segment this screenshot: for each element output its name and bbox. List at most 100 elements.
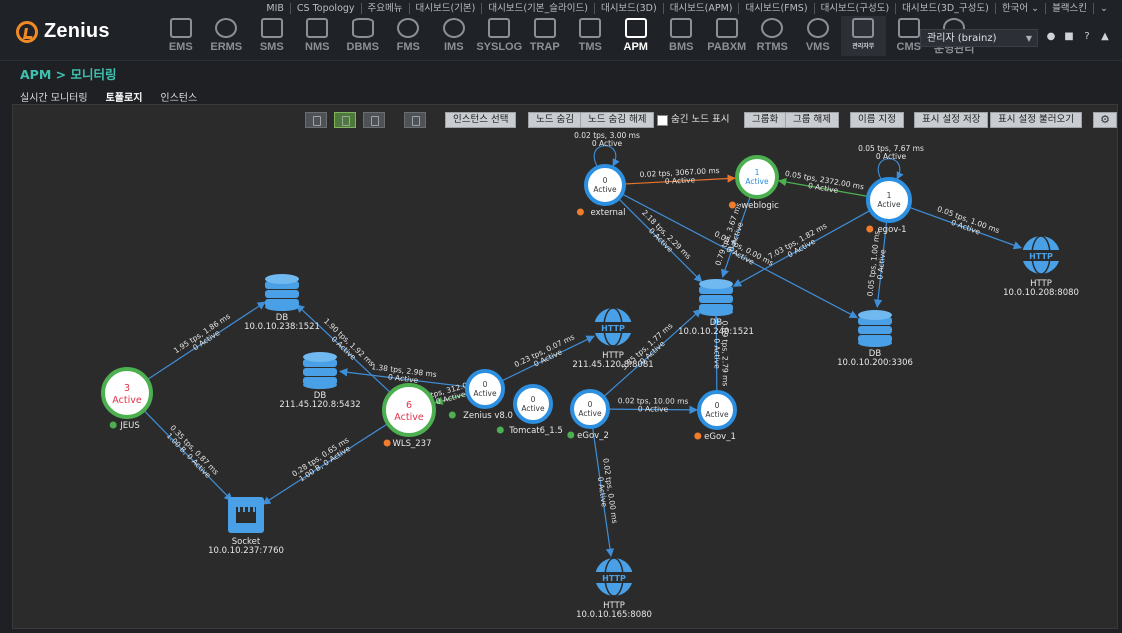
node-egov_1[interactable]: 0Active eGov_1 (694, 390, 737, 442)
instance-name: external (591, 208, 626, 218)
module-dbms[interactable]: DBMS (340, 16, 386, 56)
server-icon (260, 18, 283, 38)
module-trap[interactable]: TRAP (522, 16, 568, 56)
cloud-icon (806, 18, 829, 38)
top-link-dashboard-slide[interactable]: 대시보드(기본_슬라이드) (482, 3, 595, 14)
chart-icon (579, 18, 602, 38)
edge-label-metrics: 0.35 tps, 0.87 ms (168, 423, 220, 476)
database-icon-top (699, 279, 733, 289)
module-ims[interactable]: IMS (431, 16, 477, 56)
instance-count: 3 (124, 383, 130, 394)
module-pabxm[interactable]: PABXM (704, 16, 750, 56)
database-icon-bottom (265, 303, 299, 311)
topology-graph[interactable]: 0.02 tps, 3067.00 ms0 Active 0.05 tps, 23… (13, 105, 1117, 628)
node-db5432[interactable]: DB211.45.120.8:5432 (279, 352, 361, 410)
apm-window-icon (624, 18, 647, 38)
node-external[interactable]: 0Active external (576, 164, 626, 218)
topology-panel: 인스턴스 선택 노드 숨김 노드 숨김 해제 숨긴 노드 표시 그룹화 그룹 해… (12, 104, 1118, 629)
lock-icon[interactable]: ■ (1064, 32, 1074, 42)
user-select[interactable]: 관리자 (brainz) ▼ (920, 29, 1038, 47)
skin-select[interactable]: 블랙스킨 (1046, 3, 1095, 14)
fan-icon (397, 18, 420, 38)
top-links-collapse[interactable]: ⌄ (1094, 3, 1114, 14)
db-address: 10.0.10.238:1521 (244, 322, 320, 332)
top-links: MIB CS Topology 주요메뉴 대시보드(기본) 대시보드(기본_슬라… (260, 3, 1114, 14)
instance-name: Tomcat6_1.5 (508, 426, 563, 436)
instance-name: eGov_2 (577, 431, 609, 441)
user-label: 관리자 (brainz) (927, 33, 997, 44)
module-rtms[interactable]: RTMS (750, 16, 796, 56)
http-badge-text: HTTP (601, 324, 625, 333)
switch-icon (306, 18, 329, 38)
node-socket[interactable]: Socket10.0.10.237:7760 (208, 497, 284, 556)
http-badge-text: HTTP (1029, 252, 1053, 261)
edge-label-active: 0 Active (665, 175, 696, 186)
language-select[interactable]: 한국어 ⌄ (996, 3, 1047, 14)
edge-label-active: 0 Active (712, 338, 721, 369)
socket-pin (238, 507, 240, 512)
node-egov2[interactable]: 0Active eGov_2 (567, 389, 610, 441)
instance-name: egov-1 (877, 225, 906, 235)
edge-label: 0.23 tps, 0.07 ms0 Active (513, 332, 576, 369)
database-icon-bottom (303, 381, 337, 389)
edge-label: 0.02 tps, 0.00 ms0 Active (596, 458, 620, 524)
clock-icon (761, 18, 784, 38)
log-icon (488, 18, 511, 38)
socket-address: 10.0.10.237:7760 (208, 546, 284, 556)
database-icon (351, 18, 374, 38)
top-link-mib[interactable]: MIB (260, 3, 291, 14)
module-syslog[interactable]: SYSLOG (476, 16, 522, 56)
edge-label: 7.03 tps, 1.82 ms0 Active (767, 221, 829, 261)
tab-realtime-monitoring[interactable]: 실시간 모니터링 (20, 89, 88, 104)
instance-count: 0 (603, 176, 608, 185)
node-jeus[interactable]: 3Active JEUS (101, 367, 153, 431)
top-link-dashboard-fms[interactable]: 대시보드(FMS) (739, 3, 815, 14)
module-nms[interactable]: NMS (295, 16, 341, 56)
user-icon[interactable]: ● (1046, 32, 1056, 42)
node-http8081[interactable]: HTTPHTTP211.45.120.8:8081 (572, 307, 654, 370)
status-dot (109, 421, 117, 429)
top-link-dashboard-3d[interactable]: 대시보드(3D) (595, 3, 664, 14)
zenius-logo[interactable]: Zenius (16, 20, 110, 43)
status-dot (728, 201, 736, 209)
top-link-dashboard-config[interactable]: 대시보드(구성도) (815, 3, 897, 14)
http-address: 10.0.10.208:8080 (1003, 288, 1079, 298)
module-fms[interactable]: FMS (386, 16, 432, 56)
module-tms[interactable]: TMS (568, 16, 614, 56)
instance-count: 6 (406, 400, 412, 411)
module-erms[interactable]: ERMS (204, 16, 250, 56)
top-link-dashboard-apm[interactable]: 대시보드(APM) (664, 3, 740, 14)
status-dot (448, 411, 456, 419)
self-loop-edge[interactable] (593, 145, 620, 167)
module-sms[interactable]: SMS (249, 16, 295, 56)
database-icon-disk (699, 295, 733, 303)
module-ems[interactable]: EMS (158, 16, 204, 56)
top-link-dashboard-basic[interactable]: 대시보드(기본) (410, 3, 483, 14)
top-link-main-menu[interactable]: 주요메뉴 (362, 3, 410, 14)
top-link-dashboard-3d-config[interactable]: 대시보드(3D_구성도) (896, 3, 996, 14)
node-http165[interactable]: HTTPHTTP10.0.10.165:8080 (576, 557, 652, 620)
edge-label: 0.02 tps, 3067.00 ms0 Active (639, 166, 720, 186)
instance-active-label: Active (877, 200, 901, 209)
tab-topology[interactable]: 토폴로지 (106, 89, 143, 104)
instance-count: 1 (887, 191, 892, 200)
bell-icon[interactable]: ▲ (1100, 32, 1110, 42)
module-apm[interactable]: APM (613, 16, 659, 56)
node-db238[interactable]: DB10.0.10.238:1521 (244, 274, 320, 332)
cms-icon (897, 18, 920, 38)
module-bms[interactable]: BMS (659, 16, 705, 56)
node-db3306[interactable]: DB10.0.10.200:3306 (837, 310, 913, 368)
edge-label: 1.95 tps, 1.86 ms0 Active (172, 312, 232, 356)
edge-label-active: 0 Active (638, 404, 669, 413)
module-vms[interactable]: VMS (795, 16, 841, 56)
top-link-cs-topology[interactable]: CS Topology (291, 3, 362, 14)
help-icon[interactable]: ? (1082, 32, 1092, 42)
instance-count: 1 (755, 168, 760, 177)
node-wls237[interactable]: 6Active WLS_237 (382, 383, 436, 449)
module-admin[interactable]: 관리자무 (840, 16, 886, 56)
node-egov1[interactable]: 1Active egov-1 (866, 177, 912, 235)
self-loop-edge[interactable] (877, 158, 904, 180)
tab-instance[interactable]: 인스턴스 (160, 89, 197, 104)
node-db240[interactable]: DB10.0.10.240:1521 (678, 279, 754, 337)
database-icon-bottom (858, 339, 892, 347)
